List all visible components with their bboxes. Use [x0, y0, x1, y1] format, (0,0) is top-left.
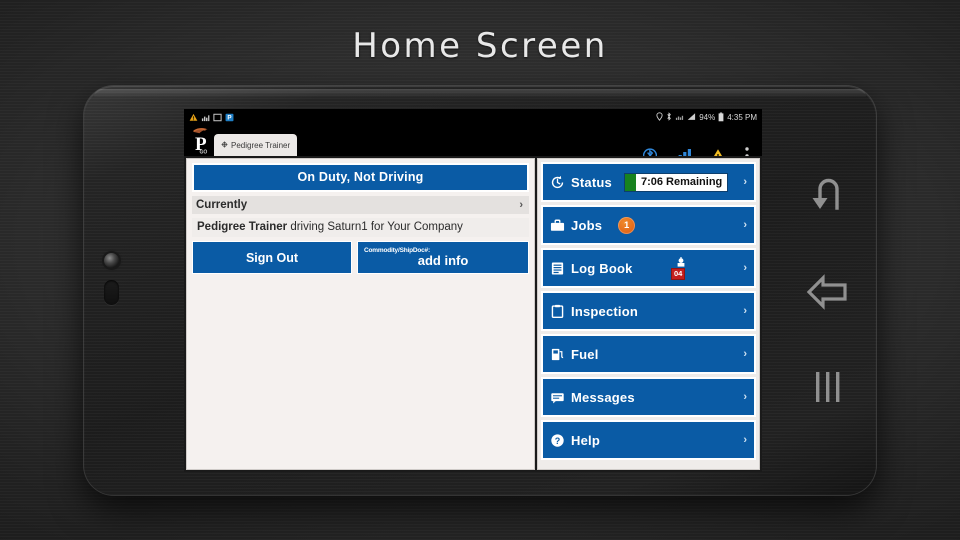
tablet-device: P 94% 4:35 PM P GO Pedigree Trainer On D… [84, 86, 876, 495]
pedigree-app-icon: P [225, 109, 234, 127]
chevron-right-icon: › [743, 219, 747, 231]
app-tab[interactable]: Pedigree Trainer [214, 134, 298, 156]
status-bar-clock: 4:35 PM [727, 113, 757, 122]
chevron-right-icon: › [743, 348, 747, 360]
signal-chart-icon [201, 109, 210, 127]
menu-label-logbook: Log Book [571, 260, 633, 276]
menu-item-help[interactable]: ? Help › [541, 420, 756, 460]
recent-apps-icon[interactable] [808, 369, 848, 410]
commodity-shipdoc-button[interactable]: Commodity/ShipDoc#: add info [357, 241, 530, 274]
currently-row[interactable]: Currently › [192, 196, 530, 214]
menu-item-fuel[interactable]: Fuel › [541, 334, 756, 374]
fuel-pump-icon [550, 347, 565, 362]
svg-text:GO: GO [200, 150, 208, 156]
menu-label-messages: Messages [571, 389, 635, 405]
chevron-right-icon: › [743, 434, 747, 446]
clock-refresh-icon [550, 175, 565, 190]
logbook-lines-icon [550, 261, 565, 276]
driver-info-row: Pedigree Trainer driving Saturn1 for You… [192, 218, 530, 237]
app-tab-row: P GO Pedigree Trainer [184, 126, 762, 165]
driver-name: Pedigree Trainer [197, 221, 288, 233]
duty-status-button[interactable]: On Duty, Not Driving [192, 163, 530, 192]
tablet-edge-highlight [94, 89, 866, 98]
menu-item-logbook[interactable]: Log Book 04 › [541, 248, 756, 288]
warning-triangle-icon [189, 109, 198, 127]
pedigree-logo: P GO [186, 126, 214, 156]
menu-label-inspection: Inspection [571, 303, 639, 319]
briefcase-icon [550, 218, 565, 233]
wifi-icon [675, 112, 684, 123]
logbook-alert-badge: 04 [670, 256, 692, 280]
status-remaining-swatch [624, 173, 636, 191]
notification-icons: P [189, 109, 234, 127]
camera-lens-icon [104, 253, 119, 268]
square-app-icon [213, 109, 222, 127]
tab-app-icon [221, 141, 228, 150]
sign-out-button[interactable]: Sign Out [192, 241, 353, 274]
commodity-value: add info [417, 252, 469, 268]
logbook-badge-count: 04 [670, 268, 686, 280]
bluetooth-icon [666, 112, 672, 123]
page-title: Home Screen [352, 26, 608, 66]
menu-item-status[interactable]: Status 7:06 Remaining › [541, 162, 756, 202]
left-panel-empty-area [192, 278, 529, 465]
location-icon [656, 112, 663, 123]
jobs-count-badge: 1 [618, 216, 636, 234]
status-remaining-pill: 7:06 Remaining [623, 172, 729, 192]
chevron-right-icon: › [519, 199, 524, 211]
return-arrow-icon[interactable] [806, 172, 850, 221]
chevron-right-icon: › [743, 262, 747, 274]
main-menu-panel: Status 7:06 Remaining › Jobs 1 › Log Boo… [537, 158, 760, 470]
menu-item-messages[interactable]: Messages › [541, 377, 756, 417]
menu-label-fuel: Fuel [571, 346, 599, 362]
chevron-right-icon: › [743, 391, 747, 403]
cellular-signal-icon [687, 112, 696, 123]
tablet-screen: P 94% 4:35 PM P GO Pedigree Trainer On D… [184, 109, 762, 472]
android-status-bar: P 94% 4:35 PM [184, 109, 762, 126]
tab-title: Pedigree Trainer [231, 140, 291, 150]
svg-text:P: P [227, 114, 231, 121]
battery-icon [718, 112, 724, 124]
menu-item-inspection[interactable]: Inspection › [541, 291, 756, 331]
left-button-row: Sign Out Commodity/ShipDoc#: add info [192, 241, 530, 274]
status-remaining-text: 7:06 Remaining [640, 176, 723, 188]
system-status-icons: 94% 4:35 PM [656, 112, 757, 124]
app-body: On Duty, Not Driving Currently › Pedigre… [184, 156, 762, 472]
back-arrow-icon[interactable] [805, 272, 851, 317]
currently-label: Currently [196, 199, 248, 211]
message-icon [550, 390, 565, 405]
help-circle-icon: ? [550, 433, 565, 448]
menu-label-status: Status [571, 174, 612, 190]
svg-text:?: ? [555, 436, 561, 446]
driver-activity: driving Saturn1 for Your Company [287, 221, 463, 233]
hardware-home-button[interactable] [104, 280, 119, 305]
clipboard-icon [550, 304, 565, 319]
menu-item-jobs[interactable]: Jobs 1 › [541, 205, 756, 245]
android-nav-bar [780, 146, 876, 436]
menu-label-help: Help [571, 432, 600, 448]
chevron-right-icon: › [743, 305, 747, 317]
menu-label-jobs: Jobs [571, 217, 603, 233]
battery-percent-label: 94% [699, 113, 716, 122]
menu-empty-area [541, 463, 756, 466]
chevron-right-icon: › [743, 176, 747, 188]
left-panel: On Duty, Not Driving Currently › Pedigre… [186, 158, 536, 470]
